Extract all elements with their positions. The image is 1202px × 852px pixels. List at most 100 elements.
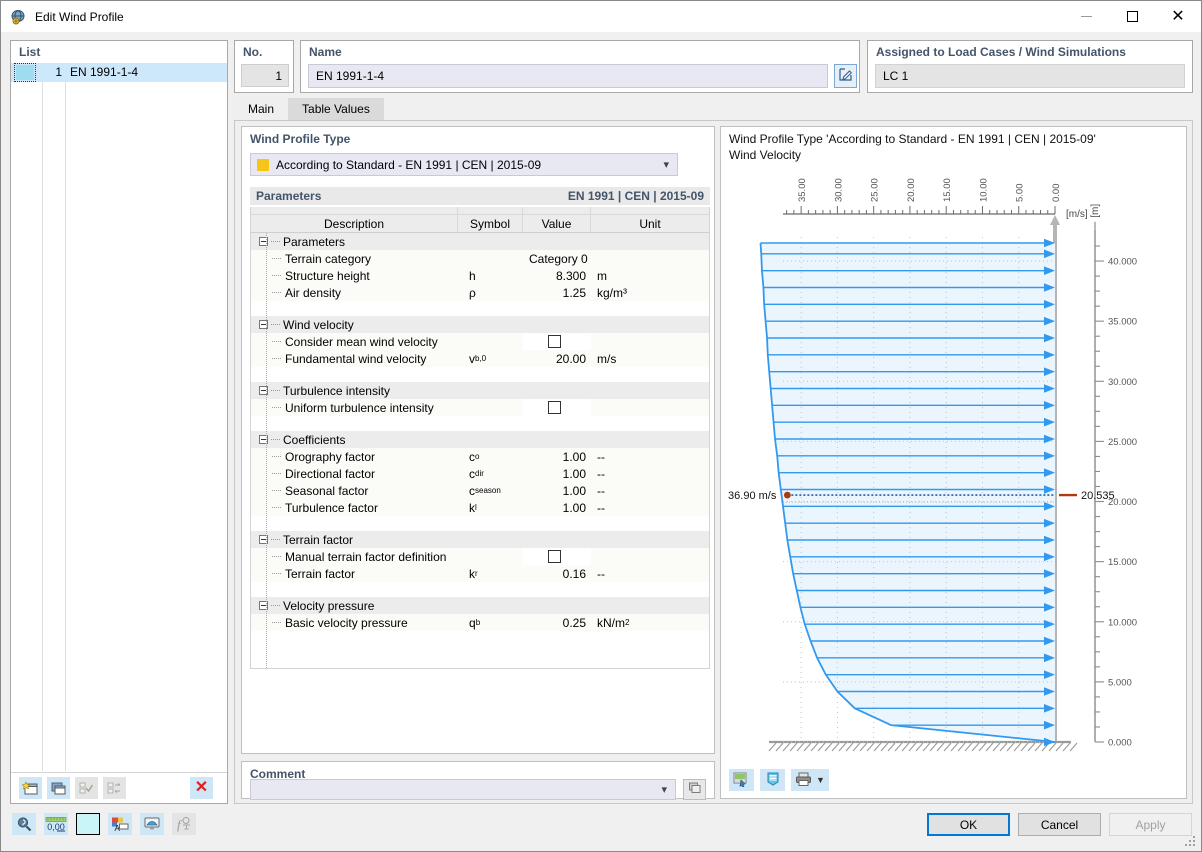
tree-connector: [272, 473, 281, 474]
table-row[interactable]: Consider mean wind velocity: [251, 333, 709, 350]
visibility-button[interactable]: [140, 813, 164, 835]
table-row[interactable]: Turbulence factor k l 1.00 --: [251, 499, 709, 516]
row-value[interactable]: 20.00: [523, 350, 591, 367]
color-swatch-button[interactable]: [76, 813, 100, 835]
tree-connector: [272, 292, 281, 293]
row-value[interactable]: 1.00: [523, 448, 591, 465]
table-row[interactable]: Fundamental wind velocity v b,0 20.00 m/s: [251, 350, 709, 367]
display-properties-button[interactable]: A: [108, 813, 132, 835]
print-button[interactable]: ▼: [791, 769, 829, 791]
ground-hatch: [1048, 742, 1057, 752]
tree-connector: [272, 341, 281, 342]
list-item[interactable]: 1 EN 1991-1-4: [11, 63, 227, 82]
list-toolbar: ✕: [11, 772, 227, 803]
comment-input[interactable]: ▾: [250, 779, 676, 800]
copy-profile-button[interactable]: [47, 777, 70, 799]
row-symbol: c season: [458, 482, 523, 499]
checkbox-icon[interactable]: [548, 335, 561, 348]
cursor-marker[interactable]: [783, 491, 791, 499]
list-item-color-swatch[interactable]: [14, 63, 36, 82]
group-row[interactable]: Turbulence intensity: [251, 382, 709, 399]
comment-library-button[interactable]: [683, 779, 706, 800]
x-axis-tick-label: 35.00: [797, 178, 808, 202]
new-profile-button[interactable]: [19, 777, 42, 799]
zoom-tool-button[interactable]: [12, 813, 36, 835]
group-row[interactable]: Terrain factor: [251, 531, 709, 548]
ground-hatch: [1069, 742, 1078, 752]
group-row[interactable]: Coefficients: [251, 431, 709, 448]
wind-profile-form: Wind Profile Type According to Standard …: [241, 126, 715, 754]
table-row[interactable]: Basic velocity pressure q b 0.25 kN/m 2: [251, 614, 709, 631]
row-value[interactable]: 0.25: [523, 614, 591, 631]
row-value[interactable]: 1.00: [523, 482, 591, 499]
decimal-places-button[interactable]: 0,00: [44, 813, 68, 835]
name-input[interactable]: EN 1991-1-4: [308, 64, 828, 88]
export-report-button[interactable]: [760, 769, 785, 791]
tab-main[interactable]: Main: [234, 98, 289, 120]
wind-profile-type-select[interactable]: According to Standard - EN 1991 | CEN | …: [250, 153, 678, 176]
group-row[interactable]: Velocity pressure: [251, 597, 709, 614]
row-unit: --: [591, 565, 709, 582]
minimize-button[interactable]: [1063, 1, 1109, 32]
row-description: Manual terrain factor definition: [251, 548, 458, 565]
row-unit: kN/m 2: [591, 614, 709, 631]
column-header-symbol: Symbol: [458, 215, 523, 232]
name-edit-button[interactable]: [834, 64, 857, 88]
tree-connector: [272, 407, 281, 408]
row-checkbox-cell[interactable]: [523, 548, 591, 565]
cancel-button[interactable]: Cancel: [1018, 813, 1101, 836]
close-button[interactable]: ✕: [1155, 1, 1201, 32]
table-row[interactable]: Structure height h 8.300 m: [251, 267, 709, 284]
row-checkbox-cell[interactable]: [523, 399, 591, 416]
table-header-strip: [251, 207, 709, 215]
row-value[interactable]: Category 0: [523, 250, 591, 267]
table-row[interactable]: Manual terrain factor definition: [251, 548, 709, 565]
export-image-button[interactable]: [729, 769, 754, 791]
row-checkbox-cell[interactable]: [523, 333, 591, 350]
ground-hatch: [1006, 742, 1015, 752]
row-unit: --: [591, 448, 709, 465]
list-column-divider-2: [65, 63, 66, 771]
structure-axis-arrow: [1050, 215, 1060, 225]
row-value[interactable]: 0.16: [523, 565, 591, 582]
table-row[interactable]: Directional factor c dir 1.00 --: [251, 465, 709, 482]
ground-hatch: [852, 742, 861, 752]
ok-button[interactable]: OK: [927, 813, 1010, 836]
table-row[interactable]: Air density ρ 1.25 kg/m³: [251, 284, 709, 301]
tree-connector: [272, 556, 281, 557]
table-row[interactable]: Uniform turbulence intensity: [251, 399, 709, 416]
cursor-velocity-label: 36.90 m/s: [728, 490, 777, 502]
assigned-box: Assigned to Load Cases / Wind Simulation…: [867, 40, 1193, 93]
checkbox-icon[interactable]: [548, 401, 561, 414]
maximize-button[interactable]: [1109, 1, 1155, 32]
checkbox-icon[interactable]: [548, 550, 561, 563]
x-axis-tick-label: 20.00: [906, 178, 917, 202]
x-axis-tick-label: 15.00: [942, 178, 953, 202]
comment-library-icon: [688, 781, 702, 798]
delete-profile-button[interactable]: ✕: [190, 777, 213, 799]
x-axis-tick-label: 5.00: [1015, 184, 1026, 203]
resize-grip[interactable]: [1185, 836, 1197, 848]
tree-connector: [272, 258, 281, 259]
chevron-down-icon: ▾: [661, 784, 667, 796]
row-value[interactable]: 8.300: [523, 267, 591, 284]
row-value[interactable]: 1.00: [523, 465, 591, 482]
table-row[interactable]: Terrain factor k r 0.16 --: [251, 565, 709, 582]
assigned-value: LC 1: [875, 64, 1185, 88]
pencil-edit-icon: [838, 67, 853, 85]
comment-panel: Comment ▾: [241, 761, 715, 800]
table-row[interactable]: Terrain category Category 0: [251, 250, 709, 267]
ground-hatch: [1027, 742, 1036, 752]
group-row[interactable]: Wind velocity: [251, 316, 709, 333]
formula-button: f: [172, 813, 196, 835]
row-value[interactable]: 1.25: [523, 284, 591, 301]
ground-hatch: [824, 742, 833, 752]
row-unit: [591, 250, 709, 267]
table-row[interactable]: Orography factor c o 1.00 --: [251, 448, 709, 465]
row-value[interactable]: 1.00: [523, 499, 591, 516]
group-row[interactable]: Parameters: [251, 233, 709, 250]
row-unit: [591, 548, 709, 565]
tab-table-values[interactable]: Table Values: [288, 98, 384, 120]
table-row[interactable]: Seasonal factor c season 1.00 --: [251, 482, 709, 499]
ground-hatch: [838, 742, 847, 752]
